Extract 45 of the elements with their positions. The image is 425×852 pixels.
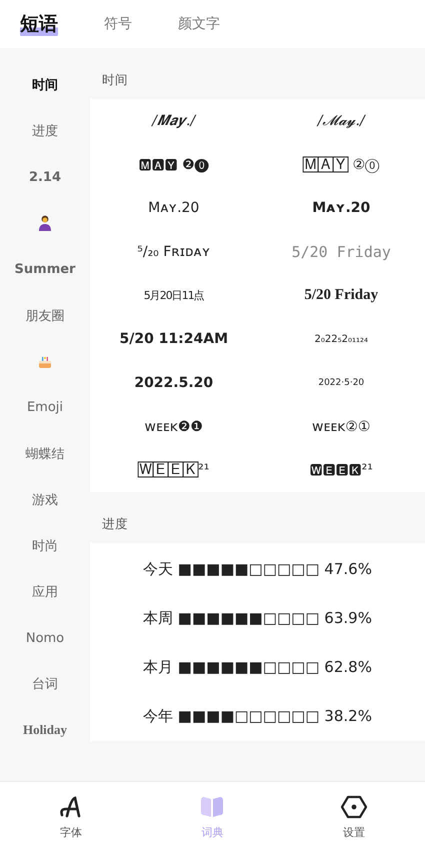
phrase-item[interactable]: ᴡᴇᴇᴋ②① xyxy=(312,404,370,448)
phrase-item[interactable]: 5月20日11点 xyxy=(144,274,204,318)
sidebar-item[interactable]: 应用 xyxy=(8,569,82,616)
phrase-item[interactable]: ᴡᴇᴇᴋ❷❶ xyxy=(144,404,203,448)
settings-icon xyxy=(341,794,368,818)
phrase-item[interactable]: 本周 ■■■■■■□□□□ 63.9% xyxy=(143,594,372,644)
phrase-item[interactable]: 5/20 Friday xyxy=(292,230,391,274)
phrase-item[interactable]: 今年 ■■■■□□□□□□ 38.2% xyxy=(143,692,372,742)
sidebar-item[interactable]: 蝴蝶结 xyxy=(8,430,82,477)
phrase-item[interactable]: 2022.5.20 xyxy=(134,361,214,405)
sidebar-item[interactable]: Emoji xyxy=(8,384,82,431)
phrase-item[interactable]: Mᴀʏ.20 xyxy=(312,186,370,230)
nav-tab[interactable]: 设置 xyxy=(314,794,394,840)
sidebar-item[interactable]: Nomo xyxy=(8,615,82,662)
book-icon xyxy=(199,794,226,818)
woman-icon xyxy=(38,215,52,232)
phrase-item[interactable]: 🅼🅰🆈 ❷⓿ xyxy=(138,142,209,186)
phrase-item[interactable]: /𝑴𝒂𝒚./ xyxy=(152,99,196,143)
cake-icon xyxy=(38,354,52,369)
phrase-item[interactable]: /𝓜𝓪𝔂./ xyxy=(318,99,365,143)
sidebar-item[interactable]: 朋友圈 xyxy=(8,292,82,339)
sidebar-item[interactable]: 台词 xyxy=(8,661,82,708)
section-title: 时间 xyxy=(101,71,129,89)
sidebar-item[interactable]: 时尚 xyxy=(8,522,82,570)
sidebar-item[interactable]: Holiday xyxy=(8,707,82,754)
category-tab[interactable]: 颜文字 xyxy=(178,10,220,38)
phrase-item[interactable]: 5/20 Friday xyxy=(304,274,378,318)
phrase-item[interactable]: 🄼🄰🅈 ②⓪ xyxy=(303,142,380,186)
phrase-item[interactable]: 今天 ■■■■■□□□□□ 47.6% xyxy=(143,545,372,594)
category-tab[interactable]: 符号 xyxy=(104,10,132,38)
phrase-item[interactable]: ⁵/₂₀ Fʀɪᴅᴀʏ xyxy=(137,230,210,274)
sidebar-item[interactable]: Summer xyxy=(8,246,82,292)
section-title: 进度 xyxy=(101,515,129,534)
sidebar-item[interactable]: 游戏 xyxy=(8,476,82,523)
sidebar-item[interactable]: 时间 xyxy=(8,62,82,108)
sidebar-item[interactable]: 2.14 xyxy=(8,154,82,200)
phrase-item[interactable]: 🅆🄴🄴🄺²¹ xyxy=(138,448,210,492)
phrase-item[interactable]: 🆆🅴🅴🅺²¹ xyxy=(310,448,373,492)
phrase-item[interactable]: 2₀22₅2₀₁₁₂₄ xyxy=(314,317,368,362)
phrase-item[interactable]: Mᴀʏ.20 xyxy=(148,186,200,230)
phrase-item[interactable]: 本月 ■■■■■■□□□□ 62.8% xyxy=(143,643,372,692)
sidebar-item[interactable]: 进度 xyxy=(8,108,82,154)
nav-tab[interactable]: 字体 xyxy=(30,794,111,840)
phrase-item[interactable]: 5/20 11:24AM xyxy=(119,317,228,362)
phrase-item[interactable]: 2022·5·20 xyxy=(318,361,364,405)
